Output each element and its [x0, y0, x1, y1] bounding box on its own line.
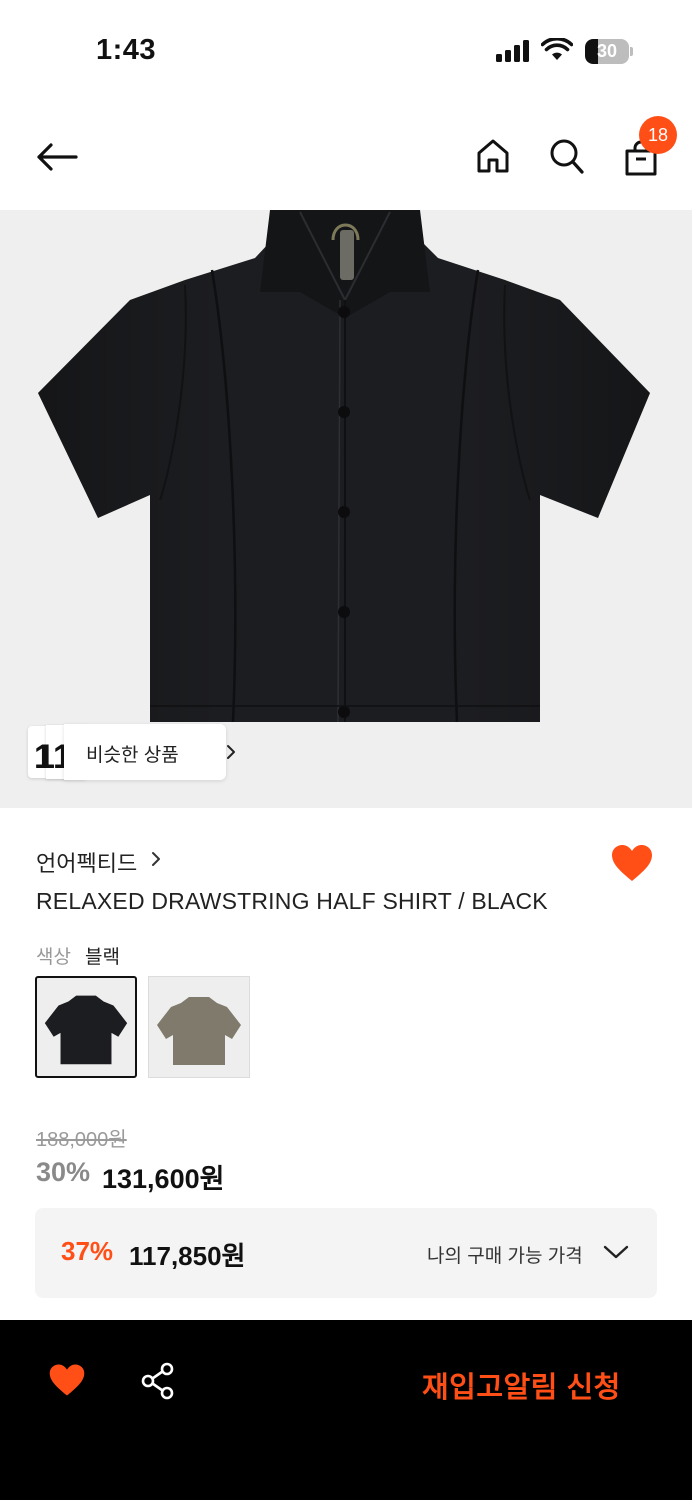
original-price: 188,000원: [36, 1129, 127, 1151]
color-swatch-khaki[interactable]: [148, 976, 250, 1078]
cart-count-badge: 18: [639, 116, 677, 154]
status-time: 1:43: [96, 34, 157, 66]
share-icon[interactable]: [140, 1362, 176, 1400]
shirt-image: [38, 210, 650, 723]
status-bar: 1:43 30: [0, 0, 692, 100]
brand-link[interactable]: 언어펙티드: [36, 846, 137, 878]
swatch-black-image: [44, 995, 128, 1065]
my-price: 117,850원: [129, 1241, 246, 1271]
wifi-icon: [541, 38, 573, 60]
sale-price: 131,600원: [102, 1164, 225, 1194]
battery-level: 30: [596, 41, 618, 61]
wishlist-heart-icon[interactable]: [48, 1362, 86, 1398]
wishlist-heart-icon[interactable]: [610, 843, 654, 883]
my-price-label: 나의 구매 가능 가격: [427, 1246, 583, 1267]
top-nav: [0, 100, 692, 210]
chevron-right-icon: [152, 852, 160, 866]
my-price-box[interactable]: 37% 117,850원 나의 구매 가능 가격: [35, 1208, 657, 1298]
product-image[interactable]: [0, 210, 692, 808]
my-discount-rate: 37%: [61, 1236, 114, 1266]
color-value: 블랙: [85, 947, 120, 968]
cellular-signal-icon: [496, 40, 529, 62]
color-label: 색상: [36, 947, 71, 968]
search-icon[interactable]: [549, 138, 585, 176]
battery-icon: 30: [585, 39, 633, 64]
product-name: RELAXED DRAWSTRING HALF SHIRT / BLACK: [36, 888, 548, 914]
bottom-action-bar: 재입고알림 신청: [0, 1320, 692, 1500]
similar-products-label: 비슷한 상품: [86, 745, 179, 766]
home-icon[interactable]: [476, 138, 510, 174]
chevron-down-icon[interactable]: [603, 1244, 629, 1260]
back-arrow-icon[interactable]: [36, 142, 78, 172]
discount-rate: 30%: [36, 1157, 91, 1187]
swatch-khaki-image: [157, 997, 241, 1065]
chevron-right-icon: [227, 745, 235, 759]
restock-alert-button[interactable]: 재입고알림 신청: [422, 1364, 621, 1406]
similar-products-button[interactable]: 비슷한 상품: [64, 724, 235, 780]
color-swatch-black[interactable]: [35, 976, 137, 1078]
